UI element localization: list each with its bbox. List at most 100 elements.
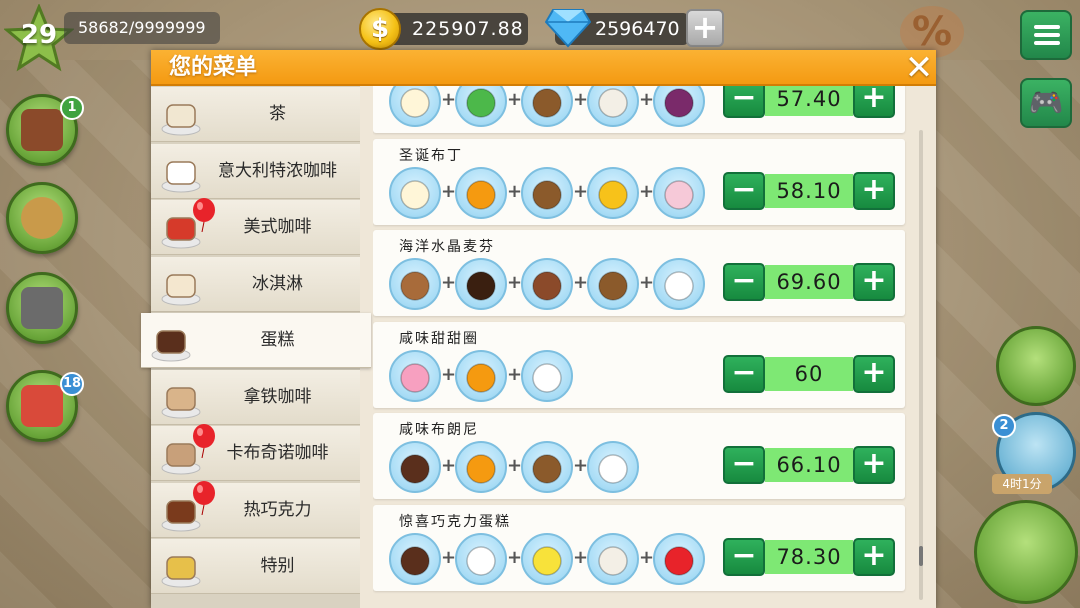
- menu-item-row: 圣诞布丁 + + + + −58.10 +: [373, 138, 905, 225]
- syrup-drop-icon: [455, 349, 507, 402]
- plus-sign-icon: +: [507, 272, 523, 293]
- plus-sign-icon: +: [573, 272, 589, 293]
- plus-sign-icon: +: [639, 180, 655, 202]
- plus-sign-icon: +: [573, 89, 589, 110]
- menu-item-row: 咸味布朗尼 + + + −66.10 +: [373, 413, 905, 499]
- price-value: 57.40: [765, 86, 853, 116]
- price-increase-button[interactable]: +: [853, 86, 895, 118]
- price-decrease-button[interactable]: −: [723, 537, 765, 576]
- menu-item-list[interactable]: + + + + −57.40 + 圣诞布丁 + + + + −58.10 + 海洋水晶麦芬 + + + + −69.…: [373, 86, 923, 608]
- coin-icon: $: [359, 8, 401, 50]
- close-button[interactable]: ✕: [903, 51, 935, 85]
- price-increase-button[interactable]: +: [853, 446, 895, 484]
- price-decrease-button[interactable]: −: [723, 354, 765, 393]
- book-icon: [21, 109, 63, 151]
- cash-register-button[interactable]: [974, 500, 1078, 604]
- price-increase-button[interactable]: +: [853, 354, 895, 393]
- mint-icon: [455, 86, 507, 127]
- hazelnut-icon: [521, 441, 573, 493]
- plus-sign-icon: +: [441, 363, 457, 385]
- order-timer: 4时1分: [992, 474, 1052, 494]
- category-label: 特别: [260, 556, 295, 576]
- category-espresso[interactable]: 意大利特浓咖啡: [151, 143, 360, 199]
- plus-sign-icon: +: [441, 546, 457, 568]
- xp-progress: 58682/9999999: [64, 12, 220, 44]
- plus-sign-icon: +: [639, 89, 655, 110]
- price-decrease-button[interactable]: −: [723, 446, 765, 484]
- pudding-icon: [389, 166, 441, 219]
- scroll-thumb[interactable]: [919, 546, 923, 566]
- cream-icon: [455, 532, 507, 585]
- category-cake[interactable]: 蛋糕: [141, 313, 371, 368]
- menu-item-name: 海洋水晶麦芬: [399, 239, 495, 255]
- coconut-icon: [587, 532, 639, 585]
- category-latte[interactable]: 拿铁咖啡: [151, 369, 360, 425]
- menu-item-name: 咸味甜甜圈: [399, 330, 479, 347]
- ingredients-button[interactable]: [6, 182, 78, 254]
- plus-sign-icon: +: [441, 455, 457, 476]
- add-gems-button[interactable]: +: [686, 9, 724, 47]
- category-label: 茶: [269, 104, 286, 124]
- price-value: 66.10: [765, 448, 853, 482]
- price-decrease-button[interactable]: −: [723, 86, 765, 118]
- donut-icon: [389, 349, 441, 402]
- menu-item-row: + + + + −57.40 +: [373, 86, 905, 133]
- hamburger-line-icon: [1034, 25, 1060, 29]
- plus-sign-icon: +: [507, 546, 523, 568]
- category-hot-chocolate[interactable]: 热巧克力: [151, 480, 360, 538]
- hazelnut-icon: [521, 86, 573, 127]
- syrup-drop-icon: [455, 441, 507, 493]
- plus-sign-icon: +: [507, 89, 523, 110]
- honeycomb-icon: [587, 166, 639, 219]
- cake-slice-icon: [389, 441, 441, 493]
- menu-item-name: 惊喜巧克力蛋糕: [399, 513, 511, 530]
- red-drop-icon: [653, 532, 705, 585]
- price-increase-button[interactable]: +: [853, 537, 895, 576]
- price-decrease-button[interactable]: −: [723, 171, 765, 210]
- menu-panel: 您的菜单 ✕ 茶意大利特浓咖啡 美式咖啡 冰淇淋 蛋糕拿铁咖啡卡布奇诺咖啡 热巧克力特别…: [141, 50, 936, 608]
- category-special[interactable]: 特别: [151, 539, 360, 594]
- menu-item-name: 圣诞布丁: [399, 147, 463, 164]
- telephone-icon: [21, 287, 63, 329]
- price-value: 69.60: [765, 265, 853, 299]
- coconut-icon: [587, 86, 639, 127]
- map-button[interactable]: [996, 326, 1076, 406]
- category-label: 热巧克力: [243, 499, 312, 520]
- menu-item-row: 咸味甜甜圈 + + −60 +: [373, 321, 905, 408]
- plus-sign-icon: +: [441, 89, 457, 110]
- category-americano[interactable]: 美式咖啡: [151, 198, 360, 255]
- category-cappuccino[interactable]: 卡布奇诺咖啡: [151, 424, 360, 481]
- gamepad-icon: 🎮: [1028, 86, 1064, 119]
- menu-item-name: 咸味布朗尼: [399, 422, 479, 438]
- hamburger-line-icon: [1034, 41, 1060, 45]
- list-scrollbar[interactable]: [919, 130, 923, 600]
- category-label: 拿铁咖啡: [243, 386, 312, 407]
- panel-header: 您的菜单 ✕: [151, 50, 936, 86]
- berries-icon: [653, 86, 705, 127]
- price-decrease-button[interactable]: −: [723, 263, 765, 301]
- gamepad-button[interactable]: 🎮: [1020, 78, 1072, 128]
- plus-sign-icon: +: [639, 272, 655, 293]
- panel-title: 您的菜单: [169, 55, 258, 80]
- plus-sign-icon: +: [507, 363, 523, 385]
- syrup-drop-icon: [455, 166, 507, 219]
- price-increase-button[interactable]: +: [853, 263, 895, 301]
- plus-sign-icon: +: [573, 455, 589, 476]
- price-increase-button[interactable]: +: [853, 171, 895, 210]
- category-ice-cream[interactable]: 冰淇淋: [151, 256, 360, 312]
- category-tea[interactable]: 茶: [151, 87, 360, 142]
- phone-button[interactable]: [6, 272, 78, 344]
- recipe-badge: 1: [60, 96, 84, 120]
- plus-sign-icon: +: [507, 455, 523, 476]
- menu-item-row: 惊喜巧克力蛋糕 + + + + −78.30 +: [373, 504, 905, 591]
- plus-sign-icon: +: [639, 546, 655, 568]
- marshmallow-icon: [653, 166, 705, 219]
- cake-icon: [149, 319, 193, 363]
- menu-item-row: 海洋水晶麦芬 + + + + −69.60 +: [373, 230, 905, 316]
- chocolate-drop-icon: [455, 258, 507, 310]
- sugar-icon: [653, 258, 705, 310]
- main-menu-button[interactable]: [1020, 10, 1072, 60]
- category-label: 卡布奇诺咖啡: [226, 443, 329, 463]
- plus-sign-icon: +: [507, 180, 523, 202]
- hazelnut-icon: [587, 258, 639, 310]
